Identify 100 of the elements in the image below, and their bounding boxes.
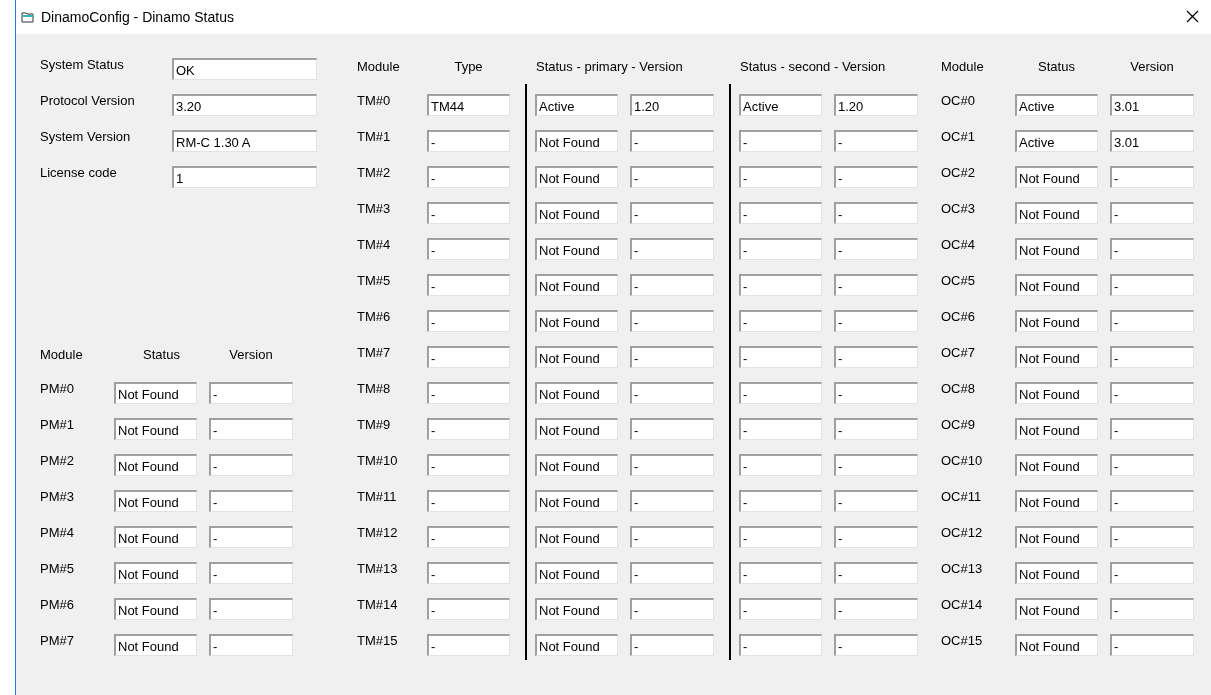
text-field[interactable]: Not Found (1015, 310, 1098, 332)
text-field[interactable]: Not Found (1015, 382, 1098, 404)
text-field[interactable]: - (630, 274, 714, 296)
text-field[interactable]: - (630, 166, 714, 188)
text-field[interactable]: - (630, 490, 714, 512)
text-field[interactable]: - (1110, 202, 1194, 224)
text-field[interactable]: TM44 (427, 94, 510, 116)
text-field[interactable]: - (834, 238, 918, 260)
text-field[interactable]: - (1110, 166, 1194, 188)
text-field[interactable]: - (630, 130, 714, 152)
text-field[interactable]: - (209, 454, 293, 476)
text-field[interactable]: - (209, 634, 293, 656)
text-field[interactable]: - (739, 418, 822, 440)
text-field[interactable]: - (834, 130, 918, 152)
text-field[interactable]: RM-C 1.30 A (172, 130, 317, 152)
text-field[interactable]: Not Found (114, 562, 197, 584)
text-field[interactable]: - (739, 310, 822, 332)
text-field[interactable]: - (630, 418, 714, 440)
text-field[interactable]: - (427, 490, 510, 512)
text-field[interactable]: Not Found (1015, 346, 1098, 368)
text-field[interactable]: Not Found (114, 490, 197, 512)
text-field[interactable]: - (1110, 562, 1194, 584)
text-field[interactable]: Not Found (535, 346, 618, 368)
text-field[interactable]: Not Found (535, 130, 618, 152)
text-field[interactable]: - (739, 130, 822, 152)
text-field[interactable]: - (427, 274, 510, 296)
text-field[interactable]: - (834, 346, 918, 368)
text-field[interactable]: - (739, 562, 822, 584)
text-field[interactable]: - (427, 418, 510, 440)
text-field[interactable]: - (834, 634, 918, 656)
text-field[interactable]: - (427, 238, 510, 260)
text-field[interactable]: - (1110, 454, 1194, 476)
text-field[interactable]: 3.20 (172, 94, 317, 116)
text-field[interactable]: - (427, 166, 510, 188)
text-field[interactable]: - (630, 526, 714, 548)
text-field[interactable]: 1 (172, 166, 317, 188)
text-field[interactable]: 3.01 (1110, 94, 1194, 116)
text-field[interactable]: - (1110, 526, 1194, 548)
text-field[interactable]: Active (535, 94, 618, 116)
text-field[interactable]: - (1110, 274, 1194, 296)
text-field[interactable]: - (630, 562, 714, 584)
text-field[interactable]: - (427, 130, 510, 152)
text-field[interactable]: Not Found (535, 598, 618, 620)
text-field[interactable]: - (427, 562, 510, 584)
text-field[interactable]: Not Found (1015, 562, 1098, 584)
text-field[interactable]: 1.20 (834, 94, 918, 116)
text-field[interactable]: - (834, 166, 918, 188)
text-field[interactable]: - (739, 166, 822, 188)
text-field[interactable]: - (630, 382, 714, 404)
text-field[interactable]: Not Found (535, 454, 618, 476)
text-field[interactable]: - (427, 382, 510, 404)
text-field[interactable]: - (427, 526, 510, 548)
text-field[interactable]: - (834, 202, 918, 224)
text-field[interactable]: - (1110, 598, 1194, 620)
text-field[interactable]: - (834, 274, 918, 296)
text-field[interactable]: Not Found (114, 454, 197, 476)
text-field[interactable]: Not Found (1015, 238, 1098, 260)
text-field[interactable]: Not Found (1015, 202, 1098, 224)
text-field[interactable]: Active (1015, 130, 1098, 152)
text-field[interactable]: - (630, 634, 714, 656)
text-field[interactable]: - (1110, 418, 1194, 440)
text-field[interactable]: Not Found (114, 526, 197, 548)
text-field[interactable]: 3.01 (1110, 130, 1194, 152)
text-field[interactable]: Not Found (1015, 526, 1098, 548)
text-field[interactable]: Not Found (535, 418, 618, 440)
text-field[interactable]: - (739, 202, 822, 224)
text-field[interactable]: - (739, 526, 822, 548)
text-field[interactable]: 1.20 (630, 94, 714, 116)
text-field[interactable]: Active (739, 94, 822, 116)
text-field[interactable]: Not Found (535, 634, 618, 656)
text-field[interactable]: - (209, 418, 293, 440)
text-field[interactable]: - (209, 382, 293, 404)
text-field[interactable]: - (630, 454, 714, 476)
text-field[interactable]: Not Found (1015, 634, 1098, 656)
text-field[interactable]: Not Found (535, 238, 618, 260)
text-field[interactable]: - (739, 274, 822, 296)
text-field[interactable]: - (834, 562, 918, 584)
text-field[interactable]: OK (172, 58, 317, 80)
text-field[interactable]: - (630, 202, 714, 224)
text-field[interactable]: - (834, 418, 918, 440)
text-field[interactable]: Not Found (1015, 418, 1098, 440)
text-field[interactable]: - (834, 454, 918, 476)
text-field[interactable]: - (209, 598, 293, 620)
text-field[interactable]: Not Found (535, 310, 618, 332)
text-field[interactable]: - (1110, 490, 1194, 512)
text-field[interactable]: - (834, 526, 918, 548)
text-field[interactable]: Not Found (535, 490, 618, 512)
text-field[interactable]: - (739, 634, 822, 656)
text-field[interactable]: - (739, 598, 822, 620)
text-field[interactable]: Not Found (1015, 598, 1098, 620)
text-field[interactable]: Not Found (535, 274, 618, 296)
text-field[interactable]: - (209, 490, 293, 512)
text-field[interactable]: Not Found (114, 382, 197, 404)
text-field[interactable]: - (834, 598, 918, 620)
text-field[interactable]: Not Found (535, 382, 618, 404)
text-field[interactable]: - (427, 346, 510, 368)
text-field[interactable]: - (209, 526, 293, 548)
text-field[interactable]: - (427, 598, 510, 620)
text-field[interactable]: - (630, 238, 714, 260)
text-field[interactable]: - (1110, 382, 1194, 404)
